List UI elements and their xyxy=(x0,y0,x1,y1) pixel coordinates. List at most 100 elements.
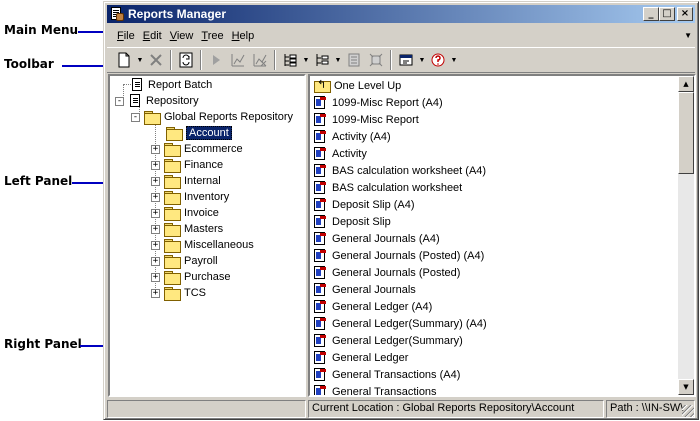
report-batch-icon xyxy=(130,77,144,93)
tree-item-account[interactable]: Account xyxy=(166,125,232,141)
list-item[interactable]: BAS calculation worksheet (A4) xyxy=(314,162,486,179)
scroll-up-icon[interactable]: ▲ xyxy=(678,76,694,92)
delete-icon[interactable] xyxy=(145,49,167,71)
expand-icon[interactable]: + xyxy=(151,144,160,154)
expand-icon[interactable]: + xyxy=(151,272,160,282)
collapse-icon[interactable]: - xyxy=(131,112,140,122)
expand-icon[interactable]: + xyxy=(151,160,160,170)
list-item[interactable]: Activity (A4) xyxy=(314,128,391,145)
list-item[interactable]: General Transactions xyxy=(314,383,437,395)
import-icon[interactable] xyxy=(343,49,365,71)
expand-icon[interactable]: + xyxy=(151,256,160,266)
maximize-button[interactable]: □ xyxy=(659,7,675,21)
scroll-thumb[interactable] xyxy=(678,92,694,174)
list-item[interactable]: Deposit Slip (A4) xyxy=(314,196,415,213)
list-view-icon[interactable] xyxy=(311,49,333,71)
list-item[interactable]: General Ledger(Summary) xyxy=(314,332,463,349)
expand-icon[interactable]: + xyxy=(151,224,160,234)
tree-item-folder[interactable]: + Miscellaneous xyxy=(151,237,254,253)
list-item[interactable]: Activity xyxy=(314,145,367,162)
tree-item-folder[interactable]: + Invoice xyxy=(151,205,219,221)
list-item[interactable]: General Journals xyxy=(314,281,416,298)
tree-item-label: Finance xyxy=(184,159,224,171)
one-level-up-item[interactable]: One Level Up xyxy=(314,77,401,94)
list-item-label: BAS calculation worksheet (A4) xyxy=(332,164,487,177)
list-item-label: General Journals xyxy=(332,283,416,296)
menu-help[interactable]: Help xyxy=(228,30,259,42)
list-item[interactable]: General Journals (A4) xyxy=(314,230,440,247)
report-icon xyxy=(314,384,328,395)
list-item[interactable]: General Transactions (A4) xyxy=(314,366,460,383)
chart-icon[interactable] xyxy=(227,49,249,71)
run-icon[interactable] xyxy=(205,49,227,71)
list-item[interactable]: General Ledger (A4) xyxy=(314,298,432,315)
tree-item-folder[interactable]: + Purchase xyxy=(151,269,230,285)
collapse-icon[interactable]: - xyxy=(115,96,124,106)
tree-item-global-reports-repository[interactable]: - Global Reports Repository xyxy=(131,109,293,125)
callout-left-panel: Left Panel xyxy=(4,174,73,188)
tree-item-folder[interactable]: + Ecommerce xyxy=(151,141,243,157)
expand-icon[interactable]: + xyxy=(151,208,160,218)
tree-item-folder[interactable]: + Payroll xyxy=(151,253,218,269)
help-icon[interactable] xyxy=(427,49,449,71)
list-item[interactable]: General Journals (Posted) (A4) xyxy=(314,247,484,264)
menu-tree[interactable]: Tree xyxy=(197,30,227,42)
help-dropdown-icon[interactable]: ▼ xyxy=(449,49,459,71)
new-document-icon[interactable] xyxy=(113,49,135,71)
tree-view-icon[interactable] xyxy=(279,49,301,71)
expand-icon[interactable]: + xyxy=(151,288,160,298)
vertical-scrollbar[interactable]: ▲ ▼ xyxy=(678,76,694,395)
tree-item-folder[interactable]: + Inventory xyxy=(151,189,229,205)
resize-grip-icon[interactable] xyxy=(682,405,694,417)
list-item[interactable]: 1099-Misc Report xyxy=(314,111,419,128)
tree-item-folder[interactable]: + Masters xyxy=(151,221,223,237)
menu-view[interactable]: View xyxy=(166,30,198,42)
open-folder-icon xyxy=(166,127,183,141)
tree-view-dropdown-icon[interactable]: ▼ xyxy=(301,49,311,71)
list-item-label: General Transactions (A4) xyxy=(332,368,461,381)
report-icon xyxy=(314,180,328,195)
close-button[interactable]: × xyxy=(677,7,693,21)
menu-file[interactable]: File xyxy=(113,30,139,42)
title-bar[interactable]: Reports Manager _ □ × xyxy=(107,5,695,23)
tree-item-folder[interactable]: + TCS xyxy=(151,285,206,301)
tree-item-folder[interactable]: + Internal xyxy=(151,173,221,189)
report-icon xyxy=(314,248,328,263)
report-icon xyxy=(314,265,328,280)
edit-icon[interactable] xyxy=(395,49,417,71)
main-menu: File Edit View Tree Help ▼ xyxy=(107,26,695,45)
scroll-down-icon[interactable]: ▼ xyxy=(678,379,694,395)
folder-icon xyxy=(164,143,181,157)
tree-item-repository[interactable]: - Repository xyxy=(115,93,199,109)
folder-icon xyxy=(164,255,181,269)
list-item[interactable]: General Ledger(Summary) (A4) xyxy=(314,315,487,332)
report-icon xyxy=(314,214,328,229)
refresh-icon[interactable] xyxy=(175,49,197,71)
expand-icon[interactable]: + xyxy=(151,240,160,250)
list-item-label: General Journals (Posted) (A4) xyxy=(332,249,485,262)
tree-item-report-batch[interactable]: Report Batch xyxy=(130,77,212,93)
list-item[interactable]: Deposit Slip xyxy=(314,213,391,230)
minimize-button[interactable]: _ xyxy=(643,7,659,21)
list-item[interactable]: General Ledger xyxy=(314,349,408,366)
list-item[interactable]: General Journals (Posted) xyxy=(314,264,460,281)
callout-main-menu: Main Menu xyxy=(4,23,79,37)
list-item[interactable]: 1099-Misc Report (A4) xyxy=(314,94,443,111)
tree-item-folder[interactable]: + Finance xyxy=(151,157,223,173)
report-icon xyxy=(314,163,328,178)
tree-item-label: Invoice xyxy=(184,207,219,219)
list-item-label: General Ledger (A4) xyxy=(332,300,433,313)
expand-icon[interactable]: + xyxy=(151,192,160,202)
menu-chevron-down-icon[interactable]: ▼ xyxy=(684,31,692,40)
report-icon xyxy=(314,367,328,382)
list-view-dropdown-icon[interactable]: ▼ xyxy=(333,49,343,71)
chart-delete-icon[interactable] xyxy=(249,49,271,71)
tree-item-label: Miscellaneous xyxy=(184,239,254,251)
list-item[interactable]: BAS calculation worksheet xyxy=(314,179,462,196)
new-dropdown-icon[interactable]: ▼ xyxy=(135,49,145,71)
edit-dropdown-icon[interactable]: ▼ xyxy=(417,49,427,71)
menu-edit[interactable]: Edit xyxy=(139,30,166,42)
export-icon[interactable] xyxy=(365,49,387,71)
expand-icon[interactable]: + xyxy=(151,176,160,186)
tree-item-label: Inventory xyxy=(184,191,230,203)
